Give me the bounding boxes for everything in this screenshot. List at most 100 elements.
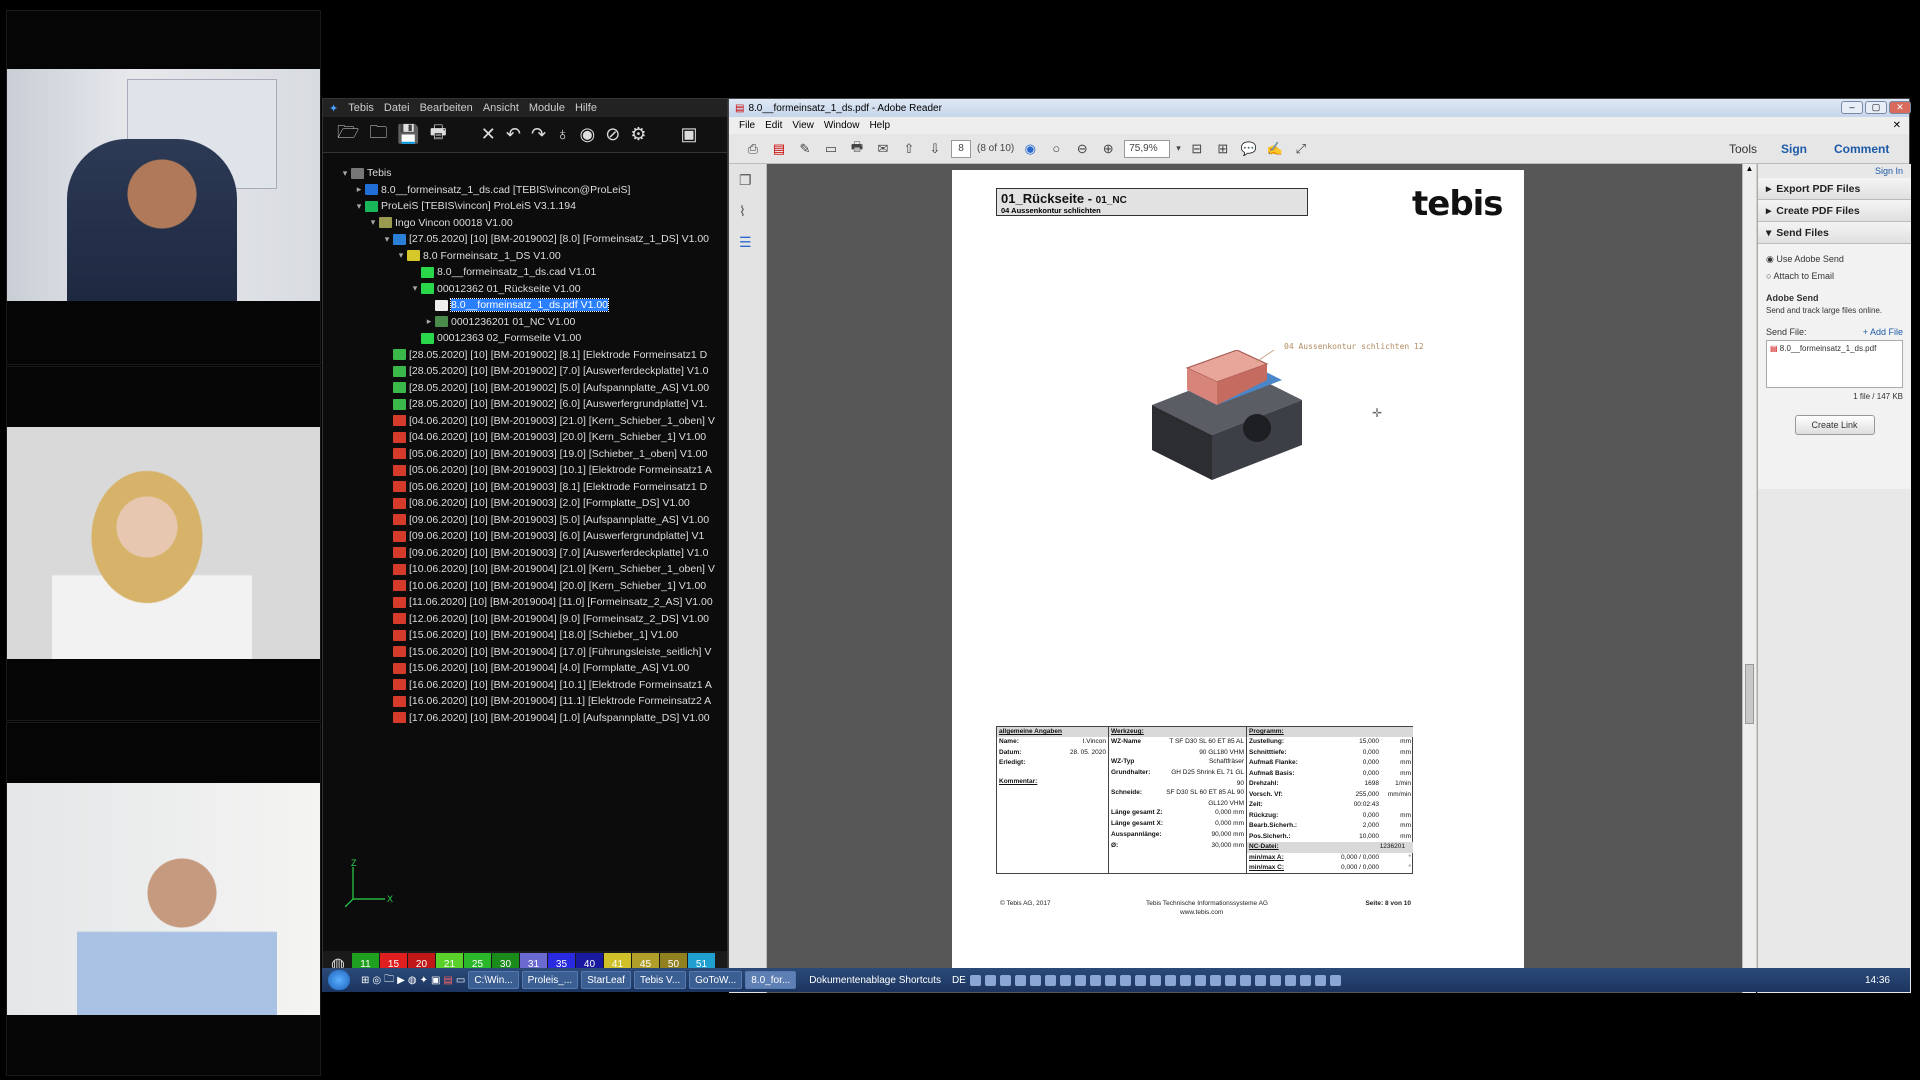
taskbar-item-tebis[interactable]: Tebis V... bbox=[633, 971, 687, 989]
fullscreen-icon[interactable]: ⤢ bbox=[1291, 139, 1311, 159]
tree-item[interactable]: 8.0__formeinsatz_1_ds.cad V1.01 bbox=[323, 264, 727, 281]
terminal-icon[interactable]: ▣ bbox=[431, 975, 440, 986]
tray-icon[interactable] bbox=[1299, 974, 1311, 986]
tree-item[interactable]: [05.06.2020] [10] [BM-2019003] [10.1] [E… bbox=[323, 462, 727, 479]
create-link-button[interactable]: Create Link bbox=[1794, 415, 1875, 435]
tray-icon[interactable] bbox=[1149, 974, 1161, 986]
tray-icon[interactable] bbox=[1164, 974, 1176, 986]
tray-icon[interactable] bbox=[1014, 974, 1026, 986]
tray-icon[interactable] bbox=[1224, 974, 1236, 986]
tray-icon[interactable] bbox=[1134, 974, 1146, 986]
tree-item[interactable]: 00012363 02_Formseite V1.00 bbox=[323, 330, 727, 347]
edit-icon[interactable]: ✎ bbox=[795, 139, 815, 159]
delete-icon[interactable]: ✕ bbox=[481, 124, 496, 145]
tree-item[interactable]: [04.06.2020] [10] [BM-2019003] [21.0] [K… bbox=[323, 413, 727, 430]
tree-item[interactable]: [16.06.2020] [10] [BM-2019004] [10.1] [E… bbox=[323, 677, 727, 694]
tray-icon[interactable] bbox=[1074, 974, 1086, 986]
sign-in-link[interactable]: Sign In bbox=[1758, 164, 1911, 178]
zoom-dropdown-icon[interactable]: ▾ bbox=[1176, 143, 1181, 154]
menu-file[interactable]: File bbox=[739, 120, 755, 131]
menu-window[interactable]: Window bbox=[824, 120, 860, 131]
quicklaunch-icon[interactable]: ⊞ bbox=[361, 975, 369, 986]
tree-item[interactable]: [10.06.2020] [10] [BM-2019004] [21.0] [K… bbox=[323, 561, 727, 578]
sign-button[interactable]: Sign bbox=[1781, 142, 1807, 156]
tray-icon[interactable] bbox=[1269, 974, 1281, 986]
export-pdf-section[interactable]: ▸ Export PDF Files bbox=[1758, 178, 1911, 200]
open-folder-icon[interactable]: 🗁 bbox=[337, 120, 359, 150]
tree-item[interactable]: ▾ ProLeiS [TEBIS\vincon] ProLeiS V3.1.194 bbox=[323, 198, 727, 215]
menu-help[interactable]: Help bbox=[869, 120, 890, 131]
send-files-section[interactable]: ▾ Send Files bbox=[1758, 222, 1911, 244]
tree-item[interactable]: [15.06.2020] [10] [BM-2019004] [4.0] [Fo… bbox=[323, 660, 727, 677]
tebis-menu-ansicht[interactable]: Ansicht bbox=[483, 102, 519, 114]
hand-icon[interactable]: ○ bbox=[1046, 139, 1066, 159]
save-icon[interactable]: 💾 bbox=[397, 124, 419, 145]
tree-item[interactable]: [10.06.2020] [10] [BM-2019004] [20.0] [K… bbox=[323, 578, 727, 595]
page-number-input[interactable]: 8 bbox=[951, 139, 971, 158]
tree-item[interactable]: [09.06.2020] [10] [BM-2019003] [6.0] [Au… bbox=[323, 528, 727, 545]
attachments-icon[interactable]: ⌇ bbox=[739, 203, 766, 220]
tree-item[interactable]: [12.06.2020] [10] [BM-2019004] [9.0] [Fo… bbox=[323, 611, 727, 628]
folder-icon[interactable]: ▭ bbox=[456, 975, 465, 986]
redo-icon[interactable]: ↷ bbox=[531, 124, 546, 145]
taskbar-item-gotowebinar[interactable]: GoToW... bbox=[689, 971, 743, 989]
tree-item[interactable]: [05.06.2020] [10] [BM-2019003] [19.0] [S… bbox=[323, 446, 727, 463]
hide-icon[interactable]: ⊘ bbox=[605, 124, 620, 145]
create-pdf-section[interactable]: ▸ Create PDF Files bbox=[1758, 200, 1911, 222]
tree-item[interactable]: ▾ 00012362 01_Rückseite V1.00 bbox=[323, 281, 727, 298]
minimize-button[interactable]: – bbox=[1841, 101, 1863, 114]
tree-item[interactable]: [09.06.2020] [10] [BM-2019003] [5.0] [Au… bbox=[323, 512, 727, 529]
video-tile-2[interactable] bbox=[6, 366, 321, 721]
create-pdf-icon[interactable]: ⎙ bbox=[743, 139, 763, 159]
highlight-icon[interactable]: ✍ bbox=[1265, 139, 1285, 159]
collapse-icon[interactable]: ▾ bbox=[367, 217, 379, 228]
vertical-scrollbar[interactable]: ▲ bbox=[1742, 164, 1756, 993]
email-icon[interactable]: ✉ bbox=[873, 139, 893, 159]
print-icon[interactable]: 🖶 bbox=[430, 120, 447, 150]
tree-item[interactable]: [28.05.2020] [10] [BM-2019002] [5.0] [Au… bbox=[323, 380, 727, 397]
tree-item[interactable]: [15.06.2020] [10] [BM-2019004] [17.0] [F… bbox=[323, 644, 727, 661]
tree-item[interactable]: ▾ Tebis bbox=[323, 165, 727, 182]
tree-item[interactable]: [08.06.2020] [10] [BM-2019003] [2.0] [Fo… bbox=[323, 495, 727, 512]
tree-item[interactable]: [16.06.2020] [10] [BM-2019004] [11.1] [E… bbox=[323, 693, 727, 710]
tray-icon[interactable] bbox=[1194, 974, 1206, 986]
tray-icon[interactable] bbox=[984, 974, 996, 986]
start-button[interactable] bbox=[328, 970, 350, 990]
settings-icon[interactable]: ⚙ bbox=[630, 124, 646, 145]
next-page-icon[interactable]: ⇩ bbox=[925, 139, 945, 159]
quicklaunch-label[interactable]: Dokumentenablage Shortcuts bbox=[809, 975, 941, 986]
app-icon[interactable]: ✦ bbox=[420, 975, 428, 986]
fit-page-icon[interactable]: ⊟ bbox=[1187, 139, 1207, 159]
tebis-menu-hilfe[interactable]: Hilfe bbox=[575, 102, 597, 114]
fit-width-icon[interactable]: ⊞ bbox=[1213, 139, 1233, 159]
layers-icon[interactable]: ☰ bbox=[739, 234, 766, 251]
close-doc-icon[interactable]: ✕ bbox=[1893, 120, 1901, 131]
tebis-menu-datei[interactable]: Datei bbox=[384, 102, 410, 114]
tebis-menu-bearbeiten[interactable]: Bearbeiten bbox=[420, 102, 473, 114]
tray-icon[interactable] bbox=[1329, 974, 1341, 986]
collapse-icon[interactable]: ▾ bbox=[353, 201, 365, 212]
collapse-icon[interactable]: ▾ bbox=[339, 168, 351, 179]
scroll-thumb[interactable] bbox=[1745, 664, 1754, 724]
expand-icon[interactable]: ▸ bbox=[423, 316, 435, 327]
pages-icon[interactable]: ❐ bbox=[739, 172, 766, 189]
collapse-icon[interactable]: ▾ bbox=[395, 250, 407, 261]
zoom-input[interactable]: 75,9% bbox=[1124, 139, 1171, 158]
tray-icon[interactable] bbox=[1209, 974, 1221, 986]
acrobat-icon[interactable]: ▤ bbox=[443, 975, 452, 986]
tree-item[interactable]: ▾ [27.05.2020] [10] [BM-2019002] [8.0] [F… bbox=[323, 231, 727, 248]
taskbar-item-starleaf[interactable]: StarLeaf bbox=[581, 971, 631, 989]
tree-item[interactable]: [28.05.2020] [10] [BM-2019002] [8.1] [El… bbox=[323, 347, 727, 364]
explorer-icon[interactable]: 🗀 bbox=[384, 972, 394, 989]
tree-item[interactable]: 8.0__formeinsatz_1_ds.pdf V1.00 bbox=[323, 297, 727, 314]
tree-item[interactable]: [09.06.2020] [10] [BM-2019003] [7.0] [Au… bbox=[323, 545, 727, 562]
ie-icon[interactable]: ◎ bbox=[372, 975, 381, 986]
tebis-menu-module[interactable]: Module bbox=[529, 102, 565, 114]
video-tile-1[interactable] bbox=[6, 10, 321, 365]
use-adobe-send-radio[interactable]: ◉ Use Adobe Send bbox=[1766, 254, 1903, 265]
undo-icon[interactable]: ↶ bbox=[506, 124, 521, 145]
prev-page-icon[interactable]: ⇧ bbox=[899, 139, 919, 159]
tray-icon[interactable] bbox=[1179, 974, 1191, 986]
tree-item[interactable]: ▾ Ingo Vincon 00018 V1.00 bbox=[323, 215, 727, 232]
add-file-link[interactable]: + Add File bbox=[1863, 327, 1903, 337]
